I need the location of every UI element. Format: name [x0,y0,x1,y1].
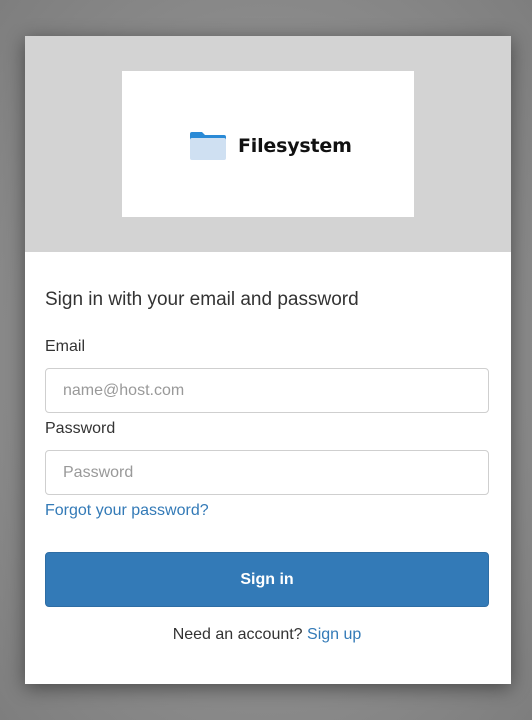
logo-text: Filesystem [238,135,352,157]
folder-icon [189,131,227,161]
email-label: Email [45,338,86,355]
logo: Filesystem [189,129,352,163]
signup-prompt: Need an account? Sign up [45,626,489,644]
email-input[interactable] [45,368,489,413]
forgot-password-link[interactable]: Forgot your password? [45,502,209,520]
password-label: Password [45,420,116,437]
signup-link[interactable]: Sign up [307,626,361,643]
logo-container: Filesystem [122,71,414,217]
signin-modal: Filesystem Sign in with your email and p… [25,36,511,684]
signin-button[interactable]: Sign in [45,552,489,607]
banner: Filesystem [25,36,511,252]
password-input[interactable] [45,450,489,495]
form-heading: Sign in with your email and password [45,289,359,310]
signup-prompt-text: Need an account? [172,626,303,643]
